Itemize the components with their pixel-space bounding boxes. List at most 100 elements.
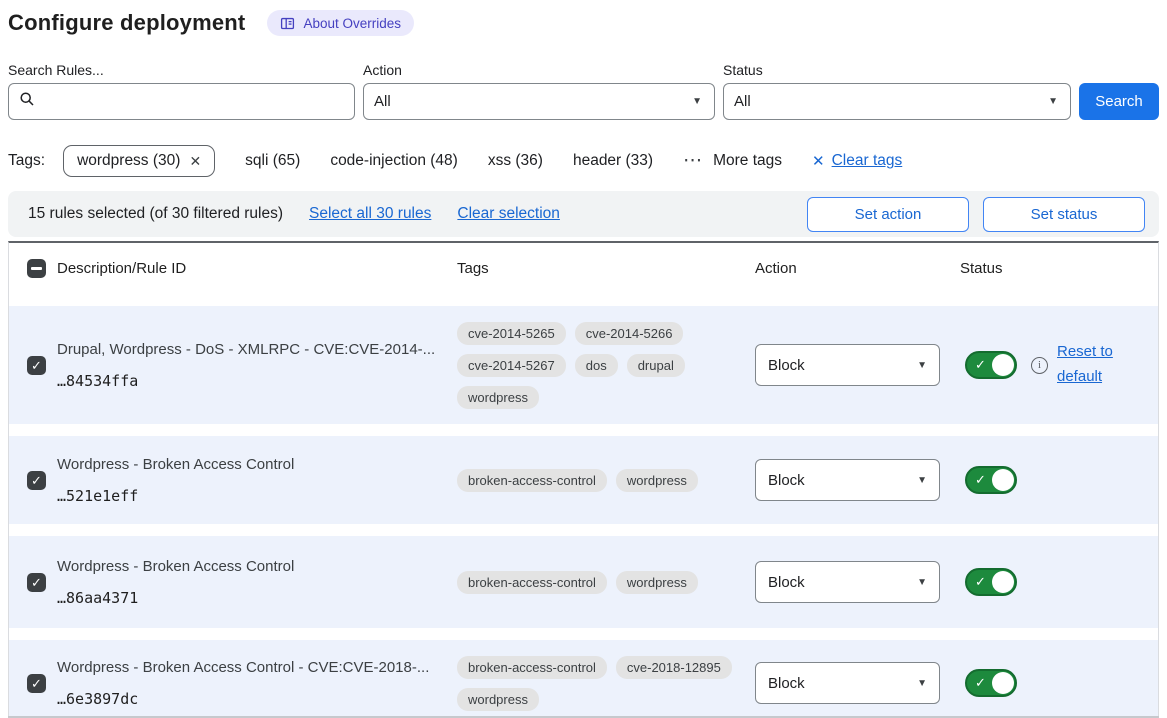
- action-value: Block: [768, 472, 805, 489]
- search-icon: [19, 91, 35, 112]
- action-filter-label: Action: [363, 62, 715, 78]
- table-row: ✓ Drupal, Wordpress - DoS - XMLRPC - CVE…: [9, 306, 1158, 424]
- action-value: Block: [768, 574, 805, 591]
- clear-selection-link[interactable]: Clear selection: [457, 205, 560, 223]
- action-filter-field: Action All ▼: [363, 62, 715, 120]
- tag-item-sqli[interactable]: sqli (65): [245, 152, 300, 170]
- action-filter-value: All: [374, 93, 391, 110]
- action-select[interactable]: Block ▼: [755, 662, 940, 704]
- remove-tag-icon[interactable]: ✕: [189, 153, 201, 170]
- row-checkbox[interactable]: ✓: [27, 356, 46, 375]
- tag-item-xss[interactable]: xss (36): [488, 152, 543, 170]
- page-title: Configure deployment: [8, 10, 245, 36]
- about-overrides-badge[interactable]: About Overrides: [267, 10, 414, 36]
- tags-label: Tags:: [8, 152, 45, 170]
- status-toggle[interactable]: ✓: [965, 568, 1017, 596]
- tags-bar: Tags: wordpress (30) ✕ sqli (65) code-in…: [8, 145, 1159, 177]
- reset-to-default-link[interactable]: Reset to default: [1057, 340, 1125, 390]
- search-rules-input[interactable]: [43, 93, 344, 110]
- rule-tags: cve-2014-5265 cve-2014-5266 cve-2014-526…: [457, 322, 735, 409]
- action-value: Block: [768, 357, 805, 374]
- select-all-rules-link[interactable]: Select all 30 rules: [309, 205, 431, 223]
- more-tags-label: More tags: [713, 152, 782, 170]
- header-status: Status: [960, 260, 1148, 277]
- status-toggle[interactable]: ✓: [965, 669, 1017, 697]
- rule-tags: broken-access-control wordpress: [457, 469, 735, 492]
- header-description: Description/Rule ID: [57, 260, 457, 277]
- filters-bar: Search Rules... Action All ▼ Status: [8, 62, 1159, 120]
- rule-description: Wordpress - Broken Access Control - CVE:…: [57, 659, 447, 676]
- rule-description: Wordpress - Broken Access Control: [57, 456, 447, 473]
- tag-chip-wordpress[interactable]: wordpress (30) ✕: [63, 145, 215, 177]
- page-header: Configure deployment About Overrides: [8, 10, 1159, 36]
- set-status-button[interactable]: Set status: [983, 197, 1145, 232]
- selection-summary: 15 rules selected (of 30 filtered rules): [28, 205, 283, 223]
- chevron-down-icon: ▼: [917, 577, 927, 588]
- toggle-knob: [992, 469, 1014, 491]
- chevron-down-icon: ▼: [1048, 96, 1058, 107]
- header-checkbox-cell: [27, 259, 57, 278]
- action-value: Block: [768, 675, 805, 692]
- tag-pill: broken-access-control: [457, 469, 607, 492]
- tag-pill: cve-2018-12895: [616, 656, 732, 679]
- action-select[interactable]: Block ▼: [755, 561, 940, 603]
- row-checkbox[interactable]: ✓: [27, 573, 46, 592]
- row-checkbox[interactable]: ✓: [27, 471, 46, 490]
- clear-tags-button[interactable]: ✕ Clear tags: [812, 152, 902, 170]
- status-filter-select[interactable]: All ▼: [723, 83, 1071, 120]
- action-select[interactable]: Block ▼: [755, 344, 940, 386]
- tag-pill: wordpress: [616, 469, 698, 492]
- table-row: ✓ Wordpress - Broken Access Control …521…: [9, 436, 1158, 524]
- check-icon: ✓: [975, 472, 986, 488]
- tag-pill: broken-access-control: [457, 571, 607, 594]
- status-filter-value: All: [734, 93, 751, 110]
- search-button[interactable]: Search: [1079, 83, 1159, 120]
- search-rules-inputbox: [8, 83, 355, 120]
- rule-id: …521e1eff: [57, 487, 447, 505]
- ellipsis-icon: ⋯: [683, 156, 703, 166]
- tag-pill: drupal: [627, 354, 685, 377]
- rule-description: Drupal, Wordpress - DoS - XMLRPC - CVE:C…: [57, 341, 447, 358]
- tag-pill: wordpress: [457, 688, 539, 711]
- table-header-row: Description/Rule ID Tags Action Status: [9, 243, 1158, 294]
- chevron-down-icon: ▼: [692, 96, 702, 107]
- tag-item-header[interactable]: header (33): [573, 152, 653, 170]
- rule-tags: broken-access-control wordpress: [457, 571, 735, 594]
- configure-deployment-page: Configure deployment About Overrides Sea…: [0, 0, 1167, 718]
- tag-pill: cve-2014-5266: [575, 322, 684, 345]
- chevron-down-icon: ▼: [917, 360, 927, 371]
- header-action: Action: [755, 260, 960, 277]
- rule-description: Wordpress - Broken Access Control: [57, 558, 447, 575]
- about-overrides-label: About Overrides: [303, 16, 401, 31]
- toggle-knob: [992, 571, 1014, 593]
- set-action-button[interactable]: Set action: [807, 197, 969, 232]
- more-tags-button[interactable]: ⋯ More tags: [683, 152, 782, 170]
- book-icon: [280, 16, 295, 31]
- rules-table: Description/Rule ID Tags Action Status ✓…: [8, 241, 1159, 718]
- chevron-down-icon: ▼: [917, 678, 927, 689]
- check-icon: ✓: [975, 574, 986, 590]
- toggle-knob: [992, 354, 1014, 376]
- table-row: ✓ Wordpress - Broken Access Control - CV…: [9, 640, 1158, 718]
- row-checkbox[interactable]: ✓: [27, 674, 46, 693]
- status-toggle[interactable]: ✓: [965, 351, 1017, 379]
- tag-chip-label: wordpress (30): [77, 152, 180, 170]
- search-rules-field: Search Rules...: [8, 62, 355, 120]
- rule-id: …6e3897dc: [57, 690, 447, 708]
- close-icon: ✕: [812, 152, 825, 170]
- selection-bar: 15 rules selected (of 30 filtered rules)…: [8, 191, 1159, 237]
- check-icon: ✓: [975, 675, 986, 691]
- action-select[interactable]: Block ▼: [755, 459, 940, 501]
- status-toggle[interactable]: ✓: [965, 466, 1017, 494]
- action-filter-select[interactable]: All ▼: [363, 83, 715, 120]
- info-icon[interactable]: i: [1031, 357, 1048, 374]
- header-tags: Tags: [457, 260, 755, 277]
- toggle-knob: [992, 672, 1014, 694]
- clear-tags-label: Clear tags: [832, 152, 903, 170]
- select-all-checkbox[interactable]: [27, 259, 46, 278]
- rule-id: …86aa4371: [57, 589, 447, 607]
- tag-pill: cve-2014-5267: [457, 354, 566, 377]
- tag-pill: broken-access-control: [457, 656, 607, 679]
- tag-item-code-injection[interactable]: code-injection (48): [330, 152, 458, 170]
- tag-pill: wordpress: [457, 386, 539, 409]
